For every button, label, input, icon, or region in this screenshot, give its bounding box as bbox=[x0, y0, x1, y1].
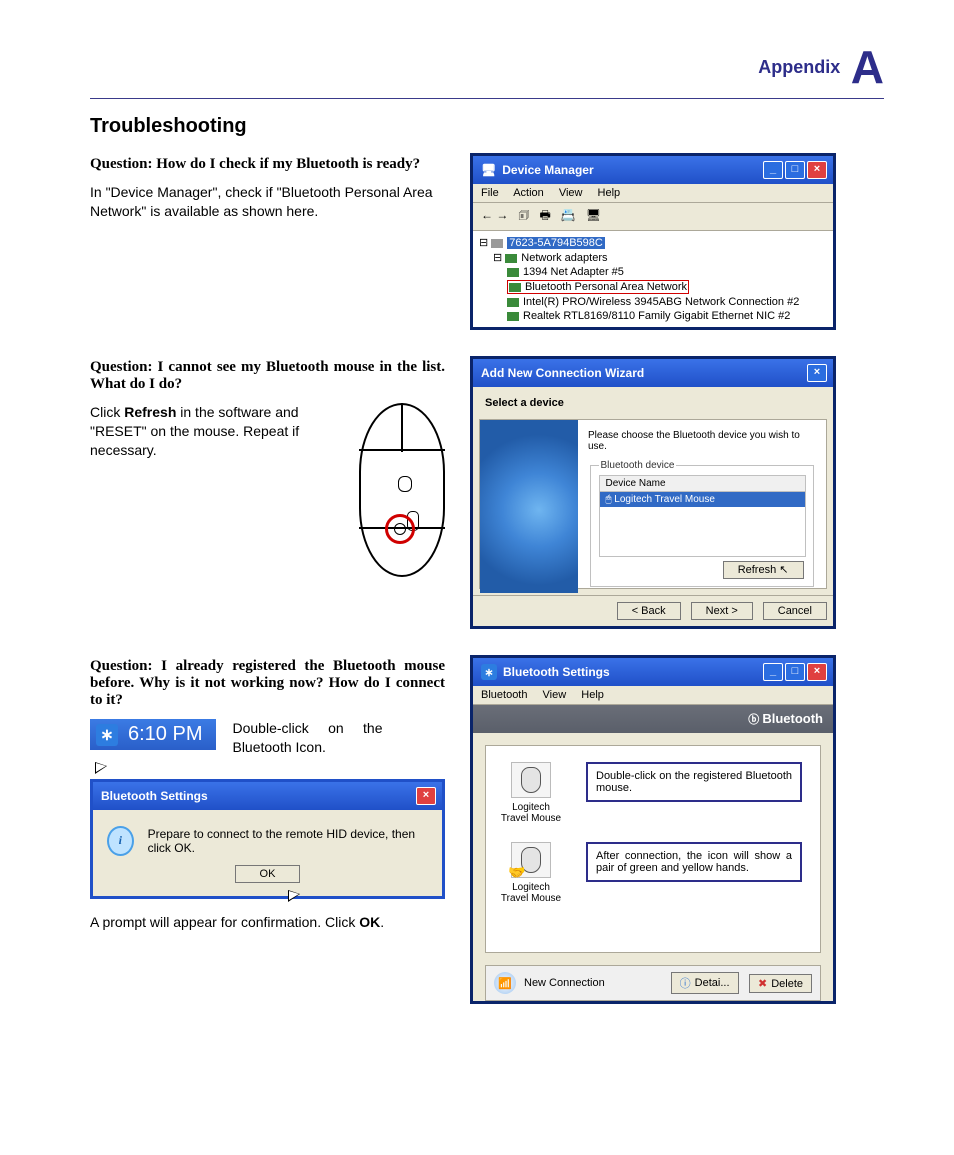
computer-icon: 🖥 bbox=[481, 163, 496, 177]
adapter-icon bbox=[509, 283, 521, 292]
device-manager-title: Device Manager bbox=[502, 163, 593, 177]
info-icon: i bbox=[107, 826, 134, 856]
ok-button[interactable]: OK bbox=[235, 865, 301, 883]
hands-icon: 🤝 bbox=[508, 864, 525, 881]
maximize-button[interactable]: □ bbox=[785, 663, 805, 681]
network-adapter-icon bbox=[505, 254, 517, 263]
next-button[interactable]: Next > bbox=[691, 602, 753, 620]
confirm-text: A prompt will appear for confirmation. C… bbox=[90, 913, 445, 932]
device-label: Logitech Travel Mouse bbox=[498, 882, 564, 904]
close-button[interactable]: × bbox=[807, 161, 827, 179]
minimize-button[interactable]: _ bbox=[763, 663, 783, 681]
tree-item-bt[interactable]: Bluetooth Personal Area Network bbox=[525, 281, 687, 293]
section-title: Troubleshooting bbox=[90, 115, 884, 138]
device-list-item[interactable]: 🖱 Logitech Travel Mouse bbox=[600, 492, 805, 507]
adapter-icon bbox=[507, 268, 519, 277]
maximize-button[interactable]: □ bbox=[785, 161, 805, 179]
qa-block-1: Question: How do I check if my Bluetooth… bbox=[90, 156, 884, 327]
answer-2: Click Refresh in the software and "RESET… bbox=[90, 403, 333, 577]
bt-footer: 📶 New Connection ⓘDetai... ✖Delete bbox=[485, 965, 821, 1001]
wizard-button-bar: < Back Next > Cancel bbox=[473, 595, 833, 626]
pc-icon bbox=[491, 239, 503, 248]
delete-button[interactable]: ✖Delete bbox=[749, 974, 812, 993]
question-3: Question: I already registered the Bluet… bbox=[90, 658, 445, 709]
taskbar-time: 6:10 PM bbox=[128, 723, 202, 746]
cancel-button[interactable]: Cancel bbox=[763, 602, 827, 620]
hint-text: Double-click on the Bluetooth Icon. bbox=[232, 719, 382, 757]
menu-action[interactable]: Action bbox=[513, 187, 544, 199]
mouse-icon bbox=[521, 767, 541, 793]
bt-band: ⓑ Bluetooth bbox=[473, 705, 833, 733]
minimize-button[interactable]: _ bbox=[763, 161, 783, 179]
document-page: Appendix A Troubleshooting Question: How… bbox=[0, 0, 954, 1105]
menu-help[interactable]: Help bbox=[581, 689, 604, 701]
bt-settings-titlebar: ∗ Bluetooth Settings _ □ × bbox=[473, 658, 833, 686]
wizard-title: Add New Connection Wizard bbox=[481, 366, 644, 380]
refresh-button[interactable]: Refresh ↖ bbox=[723, 561, 804, 579]
prompt-message: Prepare to connect to the remote HID dev… bbox=[148, 827, 424, 855]
wizard-titlebar: Add New Connection Wizard × bbox=[473, 359, 833, 387]
prompt-title: Bluetooth Settings bbox=[101, 789, 208, 803]
device-manager-window: 🖥 Device Manager _ □ × File Action View … bbox=[473, 156, 833, 327]
connected-device[interactable]: 🤝 Logitech Travel Mouse bbox=[498, 842, 564, 904]
tree-group[interactable]: Network adapters bbox=[521, 252, 607, 264]
callout-2: After connection, the icon will show a p… bbox=[586, 842, 802, 882]
bluetooth-icon: ∗ bbox=[96, 724, 118, 746]
menu-help[interactable]: Help bbox=[598, 187, 621, 199]
device-manager-toolbar: ← → 🗊 🖶 📇 🖥 bbox=[473, 203, 833, 231]
answer-1: In "Device Manager", check if "Bluetooth… bbox=[90, 183, 445, 221]
qa-block-2: Question: I cannot see my Bluetooth mous… bbox=[90, 359, 884, 626]
device-list-header: Device Name bbox=[600, 476, 805, 492]
new-connection-icon: 📶 bbox=[494, 972, 516, 994]
device-manager-menubar: File Action View Help bbox=[473, 184, 833, 203]
close-button[interactable]: × bbox=[416, 787, 436, 805]
bt-settings-menubar: Bluetooth View Help bbox=[473, 686, 833, 705]
device-list: Device Name 🖱 Logitech Travel Mouse bbox=[599, 475, 806, 557]
menu-view[interactable]: View bbox=[543, 689, 567, 701]
device-manager-tree: ⊟ 7623-5A794B598C ⊟ Network adapters 139… bbox=[473, 231, 833, 327]
mouse-reset-highlight bbox=[385, 514, 415, 544]
detail-button[interactable]: ⓘDetai... bbox=[671, 972, 739, 994]
wizard-legend: Bluetooth device bbox=[599, 460, 677, 471]
bluetooth-prompt-dialog: Bluetooth Settings × i Prepare to connec… bbox=[90, 779, 445, 899]
bt-device-area: Logitech Travel Mouse Double-click on th… bbox=[485, 745, 821, 953]
question-1: Question: How do I check if my Bluetooth… bbox=[90, 156, 445, 173]
qa-block-3: Question: I already registered the Bluet… bbox=[90, 658, 884, 1013]
menu-bluetooth[interactable]: Bluetooth bbox=[481, 689, 527, 701]
wizard-subtitle: Select a device bbox=[473, 387, 833, 419]
appendix-letter: A bbox=[851, 41, 884, 93]
adapter-icon bbox=[507, 312, 519, 321]
connection-wizard-window: Add New Connection Wizard × Select a dev… bbox=[473, 359, 833, 626]
bluetooth-settings-window: ∗ Bluetooth Settings _ □ × Bluetooth Vie… bbox=[473, 658, 833, 1001]
menu-view[interactable]: View bbox=[559, 187, 583, 199]
question-2: Question: I cannot see my Bluetooth mous… bbox=[90, 359, 445, 393]
back-button[interactable]: < Back bbox=[617, 602, 681, 620]
mouse-switch-icon bbox=[398, 476, 412, 492]
menu-file[interactable]: File bbox=[481, 187, 499, 199]
callout-1: Double-click on the registered Bluetooth… bbox=[586, 762, 802, 802]
close-button[interactable]: × bbox=[807, 663, 827, 681]
tree-item[interactable]: 1394 Net Adapter #5 bbox=[523, 266, 624, 278]
page-header: Appendix A bbox=[90, 40, 884, 99]
close-button[interactable]: × bbox=[807, 364, 827, 382]
device-label: Logitech Travel Mouse bbox=[498, 802, 564, 824]
new-connection-button[interactable]: 📶 New Connection bbox=[494, 972, 605, 994]
mouse-diagram bbox=[359, 403, 445, 577]
registered-device[interactable]: Logitech Travel Mouse bbox=[498, 762, 564, 824]
bluetooth-icon: ∗ bbox=[481, 664, 497, 680]
bt-settings-title: Bluetooth Settings bbox=[503, 665, 610, 679]
appendix-label: Appendix bbox=[758, 57, 840, 77]
tree-item[interactable]: Realtek RTL8169/8110 Family Gigabit Ethe… bbox=[523, 310, 790, 322]
device-manager-titlebar: 🖥 Device Manager _ □ × bbox=[473, 156, 833, 184]
adapter-icon bbox=[507, 298, 519, 307]
wizard-hero-image bbox=[480, 420, 578, 593]
tree-computer-node[interactable]: 7623-5A794B598C bbox=[507, 237, 605, 249]
tree-item[interactable]: Intel(R) PRO/Wireless 3945ABG Network Co… bbox=[523, 296, 799, 308]
taskbar-bluetooth-icon[interactable]: ∗ 6:10 PM bbox=[90, 719, 216, 750]
wizard-instruction: Please choose the Bluetooth device you w… bbox=[588, 430, 816, 452]
